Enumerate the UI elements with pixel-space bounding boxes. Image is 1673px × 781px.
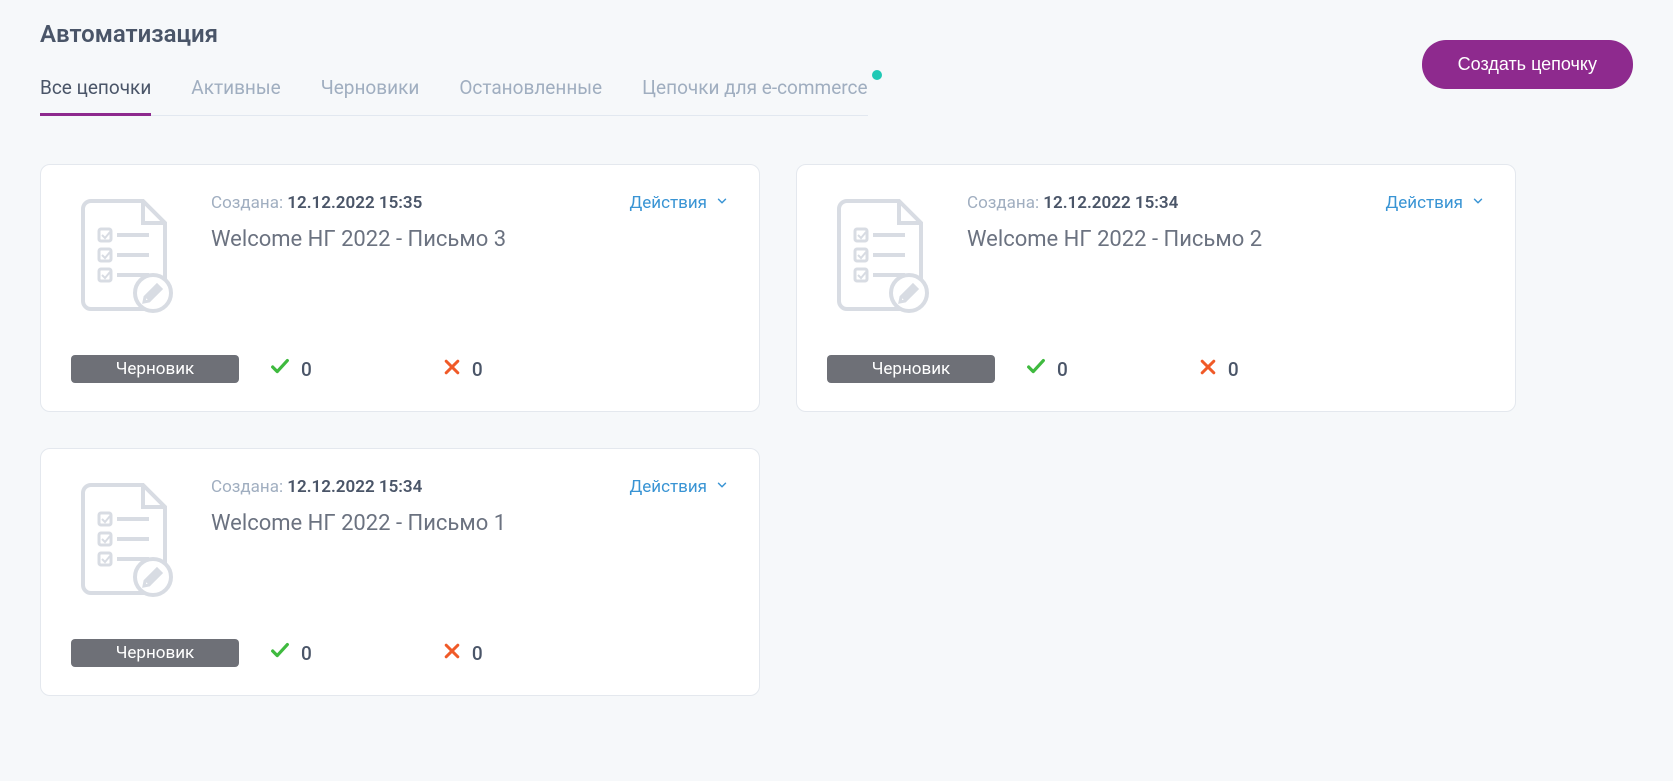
cards-grid: Создана: 12.12.2022 15:35 Действия Welco… <box>40 164 1633 696</box>
chain-title: Welcome НГ 2022 - Письмо 1 <box>211 511 729 536</box>
notification-dot-icon <box>872 70 882 80</box>
chain-title: Welcome НГ 2022 - Письмо 3 <box>211 227 729 252</box>
document-draft-icon <box>71 193 181 313</box>
document-draft-icon <box>827 193 937 313</box>
tab-3[interactable]: Остановленные <box>459 76 602 115</box>
chevron-down-icon <box>715 477 729 497</box>
tab-0[interactable]: Все цепочки <box>40 76 151 116</box>
success-stat: 0 <box>1025 356 1068 383</box>
fail-stat: 0 <box>1198 357 1239 382</box>
chain-card: Создана: 12.12.2022 15:34 Действия Welco… <box>796 164 1516 412</box>
created-text: Создана: 12.12.2022 15:34 <box>967 193 1178 213</box>
cross-icon <box>1198 357 1218 382</box>
tabs: Все цепочки Активные Черновики Остановленны… <box>40 76 868 116</box>
tab-1[interactable]: Активные <box>191 76 280 115</box>
create-chain-button[interactable]: Создать цепочку <box>1422 40 1633 89</box>
status-badge: Черновик <box>71 639 239 667</box>
fail-stat: 0 <box>442 641 483 666</box>
page-title: Автоматизация <box>40 20 868 48</box>
actions-dropdown[interactable]: Действия <box>629 193 729 213</box>
status-badge: Черновик <box>827 355 995 383</box>
check-icon <box>269 356 291 383</box>
document-draft-icon <box>71 477 181 597</box>
tab-4[interactable]: Цепочки для e-commerce <box>642 76 867 115</box>
created-text: Создана: 12.12.2022 15:35 <box>211 193 422 213</box>
chain-card: Создана: 12.12.2022 15:34 Действия Welco… <box>40 448 760 696</box>
fail-stat: 0 <box>442 357 483 382</box>
cross-icon <box>442 641 462 666</box>
tab-2[interactable]: Черновики <box>321 76 420 115</box>
chain-title: Welcome НГ 2022 - Письмо 2 <box>967 227 1485 252</box>
chevron-down-icon <box>1471 193 1485 213</box>
status-badge: Черновик <box>71 355 239 383</box>
check-icon <box>1025 356 1047 383</box>
success-stat: 0 <box>269 640 312 667</box>
check-icon <box>269 640 291 667</box>
chain-card: Создана: 12.12.2022 15:35 Действия Welco… <box>40 164 760 412</box>
created-text: Создана: 12.12.2022 15:34 <box>211 477 422 497</box>
actions-dropdown[interactable]: Действия <box>629 477 729 497</box>
cross-icon <box>442 357 462 382</box>
actions-dropdown[interactable]: Действия <box>1385 193 1485 213</box>
chevron-down-icon <box>715 193 729 213</box>
success-stat: 0 <box>269 356 312 383</box>
